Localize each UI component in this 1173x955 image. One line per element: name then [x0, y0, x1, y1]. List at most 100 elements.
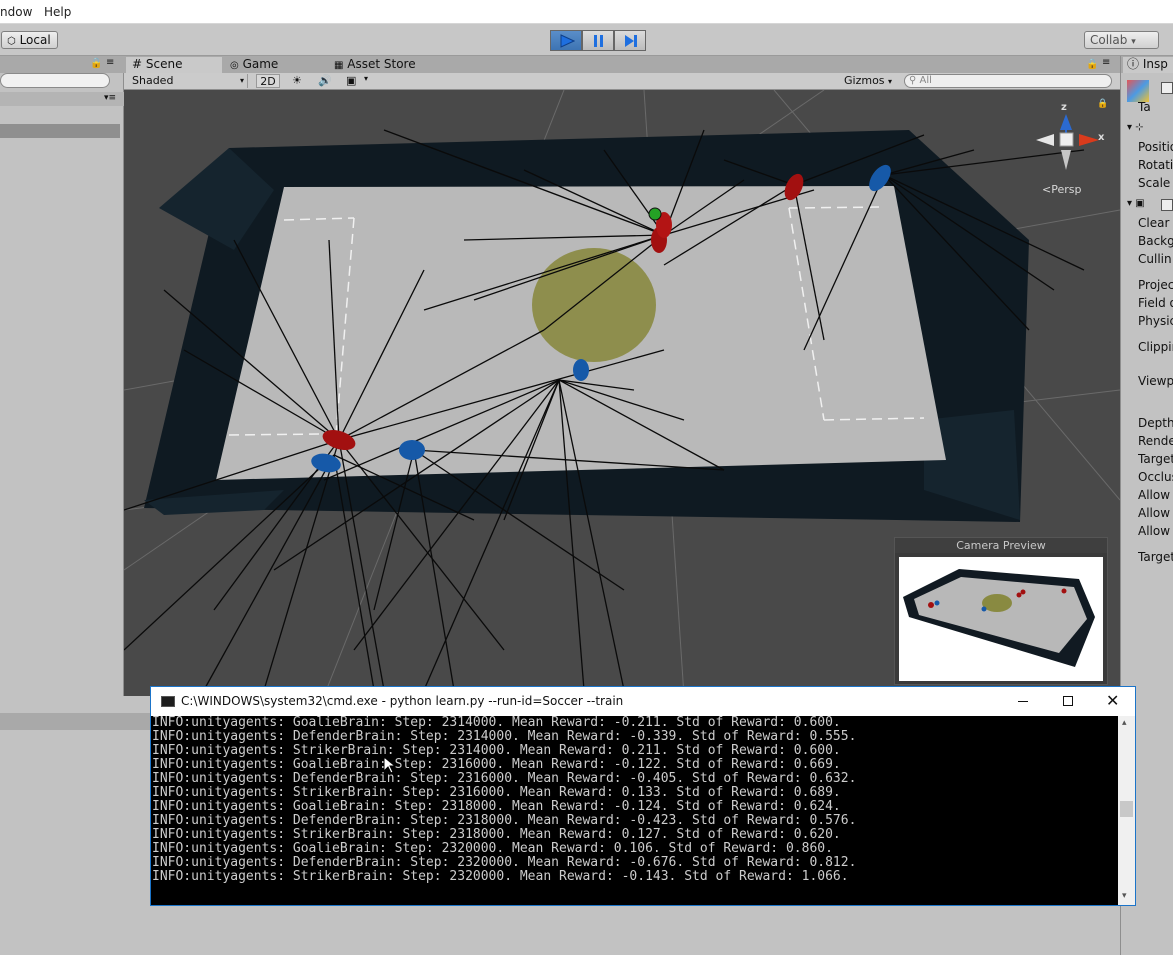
gameobject-icon: [1127, 80, 1149, 102]
project-panel: [0, 696, 150, 955]
pause-icon: [594, 35, 603, 47]
perspective-toggle[interactable]: <Persp: [1042, 183, 1081, 196]
log-line: INFO:unityagents: DefenderBrain: Step: 2…: [152, 771, 857, 786]
shading-dropdown[interactable]: Shaded ▾: [132, 74, 248, 88]
scene-search-input[interactable]: ⚲ All: [904, 74, 1112, 88]
hierarchy-tab-strip: 🔒 ≡: [0, 56, 124, 73]
chevron-down-icon[interactable]: ▾≡: [104, 93, 116, 103]
chevron-down-icon: ▾: [240, 76, 245, 85]
persp-label: Persp: [1051, 183, 1082, 196]
lock-icon[interactable]: 🔒: [90, 58, 102, 69]
play-icon: [560, 34, 575, 48]
chevron-down-icon: ▾: [888, 77, 893, 86]
light-icon[interactable]: ☀: [292, 74, 302, 87]
collab-label: Collab: [1090, 33, 1128, 47]
minimize-button[interactable]: [1001, 687, 1046, 716]
hierarchy-search-input[interactable]: [0, 73, 110, 88]
collab-button[interactable]: Collab ▾: [1084, 31, 1159, 49]
center-circle: [532, 248, 656, 362]
rendering-path-label: Rende: [1138, 434, 1173, 448]
search-placeholder: All: [919, 75, 932, 86]
log-line: INFO:unityagents: StrikerBrain: Step: 23…: [152, 827, 841, 842]
projection-label: Projec: [1138, 278, 1173, 292]
selected-hierarchy-row[interactable]: [0, 124, 120, 138]
step-icon: [625, 35, 637, 47]
depth-label: Depth: [1138, 416, 1173, 430]
viewport-rect-label: Viewp: [1138, 374, 1173, 388]
step-button[interactable]: [614, 30, 646, 51]
menu-window[interactable]: ndow: [0, 5, 32, 19]
inspector-tab-label: Insp: [1142, 57, 1168, 71]
camera-preview: Camera Preview: [894, 537, 1108, 685]
tab-scene[interactable]: # Scene: [126, 57, 222, 73]
close-button[interactable]: ✕: [1091, 687, 1135, 716]
terminal-icon: [161, 696, 175, 707]
local-label: Local: [19, 33, 51, 47]
cmd-window[interactable]: C:\WINDOWS\system32\cmd.exe - python lea…: [150, 686, 1136, 906]
play-button[interactable]: [550, 30, 582, 51]
mouse-cursor-icon: [383, 756, 395, 774]
local-button[interactable]: ⬡ Local: [1, 31, 58, 49]
tab-game[interactable]: ◎ Game: [224, 57, 324, 73]
log-line: INFO:unityagents: DefenderBrain: Step: 2…: [152, 813, 857, 828]
grid-icon: #: [132, 57, 143, 71]
main-toolbar: ⬡ Local Collab ▾: [0, 24, 1173, 56]
search-icon: ⚲: [909, 75, 917, 86]
scroll-up-icon[interactable]: ▴: [1122, 718, 1127, 728]
cmd-output[interactable]: INFO:unityagents: GoalieBrain: Step: 231…: [151, 716, 1118, 905]
lock-icon[interactable]: 🔒: [1097, 99, 1108, 109]
gizmos-dropdown[interactable]: Gizmos ▾: [844, 74, 900, 88]
gizmo-z-label: z: [1061, 102, 1067, 113]
active-checkbox[interactable]: [1161, 82, 1173, 94]
tab-scene-label: Scene: [145, 57, 183, 71]
log-line: INFO:unityagents: GoalieBrain: Step: 231…: [152, 799, 841, 814]
gizmos-label: Gizmos: [844, 74, 885, 87]
cmd-scrollbar[interactable]: ▴ ▾: [1118, 716, 1135, 905]
background-label: Backg: [1138, 234, 1173, 248]
log-line: INFO:unityagents: StrikerBrain: Step: 23…: [152, 869, 849, 884]
menu-help[interactable]: Help: [44, 5, 71, 19]
effects-icon[interactable]: ▣: [346, 74, 356, 87]
minimize-icon: [1018, 701, 1028, 702]
lock-icon[interactable]: 🔒: [1086, 59, 1098, 70]
clear-flags-label: Clear: [1138, 216, 1170, 230]
cloud-icon: ⬡: [7, 36, 16, 47]
scroll-down-icon[interactable]: ▾: [1122, 891, 1127, 901]
orientation-gizmo[interactable]: [1036, 114, 1099, 170]
info-icon: ⓘ: [1127, 57, 1140, 71]
camera-component-icon: ▾ ▣: [1127, 198, 1145, 209]
menu-bar: ndow Help: [0, 0, 1173, 24]
tab-asset-store[interactable]: ▦ Asset Store: [328, 57, 438, 73]
menu-icon[interactable]: ≡: [1102, 57, 1110, 68]
allow-dynamic-resolution-label: Allow: [1138, 524, 1171, 538]
target-display-label: Target: [1138, 550, 1173, 564]
create-bar: ▾≡: [0, 92, 124, 106]
store-icon: ▦: [334, 60, 344, 71]
audio-icon[interactable]: 🔊: [318, 74, 332, 87]
tab-inspector[interactable]: ⓘ Insp: [1123, 57, 1173, 73]
project-tab-strip: [0, 713, 150, 730]
2d-toggle[interactable]: 2D: [256, 74, 280, 88]
maximize-button[interactable]: [1046, 687, 1091, 716]
log-line: INFO:unityagents: DefenderBrain: Step: 2…: [152, 729, 857, 744]
cmd-titlebar[interactable]: C:\WINDOWS\system32\cmd.exe - python lea…: [151, 687, 1135, 716]
menu-icon[interactable]: ≡: [106, 57, 114, 68]
scene-tab-strip: # Scene ◎ Game ▦ Asset Store 🔒 ≡: [124, 56, 1120, 73]
close-icon: ✕: [1106, 691, 1120, 710]
allow-hdr-label: Allow: [1138, 488, 1171, 502]
transform-icon: ▾ ⊹: [1127, 122, 1144, 133]
chevron-down-icon[interactable]: ▾: [364, 74, 368, 83]
log-line: INFO:unityagents: GoalieBrain: Step: 231…: [152, 716, 841, 730]
camera-enabled-checkbox[interactable]: [1161, 199, 1173, 211]
rotation-label: Rotatio: [1138, 158, 1173, 172]
target-texture-label: Target: [1138, 452, 1173, 466]
scrollbar-thumb[interactable]: [1120, 801, 1133, 817]
maximize-icon: [1063, 696, 1073, 706]
2d-label: 2D: [260, 75, 276, 88]
log-line: INFO:unityagents: StrikerBrain: Step: 23…: [152, 743, 841, 758]
log-line: INFO:unityagents: DefenderBrain: Step: 2…: [152, 855, 857, 870]
physical-camera-label: Physic: [1138, 314, 1173, 328]
dropdown-arrow-icon: ▾: [1131, 37, 1136, 47]
pause-button[interactable]: [582, 30, 614, 51]
field-of-view-label: Field o: [1138, 296, 1173, 310]
